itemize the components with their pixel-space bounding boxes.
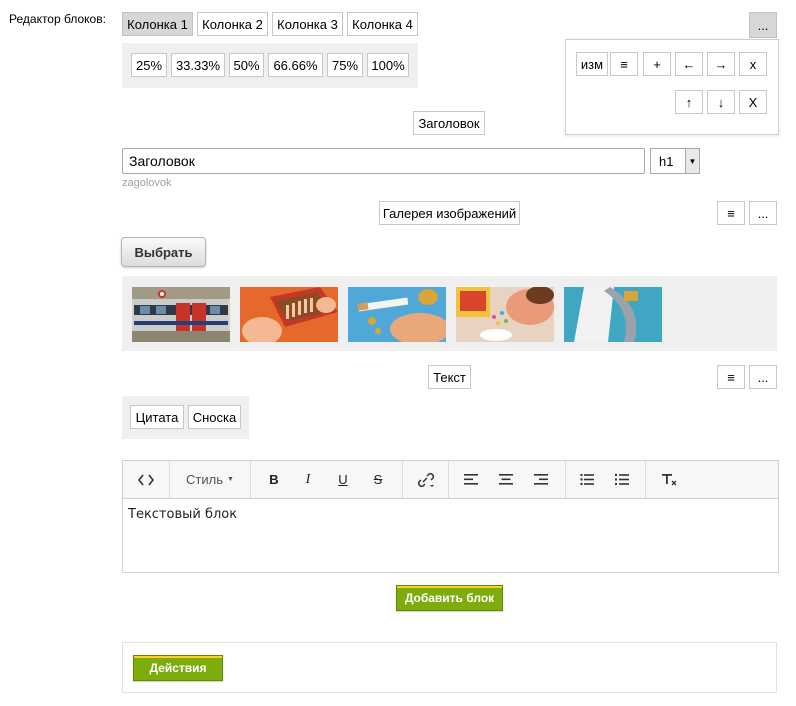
caret-down-icon: ▼ bbox=[227, 476, 234, 483]
width-33-button[interactable]: 33.33% bbox=[171, 53, 225, 77]
move-down-button[interactable]: ↓ bbox=[707, 90, 735, 114]
width-100-button[interactable]: 100% bbox=[367, 53, 409, 77]
style-dropdown[interactable]: Стиль ▼ bbox=[170, 461, 250, 498]
width-50-button[interactable]: 50% bbox=[229, 53, 264, 77]
add-button[interactable]: + bbox=[643, 52, 671, 76]
editor-label: Редактор блоков: bbox=[9, 12, 106, 26]
strikethrough-icon[interactable]: S bbox=[364, 461, 392, 498]
heading-level-value: h1 bbox=[659, 153, 674, 169]
style-dropdown-label: Стиль bbox=[186, 472, 224, 487]
quote-button[interactable]: Цитата bbox=[130, 405, 184, 429]
text-style-tags: Цитата Сноска bbox=[122, 396, 249, 439]
delete-small-button[interactable]: x bbox=[739, 52, 767, 76]
gallery-image-cereal[interactable] bbox=[456, 287, 554, 342]
tab-column-1[interactable]: Колонка 1 bbox=[122, 12, 193, 36]
underline-icon[interactable]: U bbox=[329, 461, 357, 498]
editor-toolbar: Стиль ▼ B I U S bbox=[123, 461, 778, 499]
delete-button[interactable]: X bbox=[739, 90, 767, 114]
more-button[interactable]: ... bbox=[749, 12, 777, 38]
menu-button[interactable]: ≡ bbox=[610, 52, 638, 76]
gallery-image-matches[interactable] bbox=[240, 287, 338, 342]
select-images-button[interactable]: Выбрать bbox=[121, 237, 206, 267]
actions-button[interactable]: Действия bbox=[133, 655, 223, 681]
bullet-list-icon[interactable] bbox=[573, 461, 601, 498]
italic-icon[interactable]: I bbox=[294, 461, 322, 498]
gallery-menu-button[interactable]: ≡ bbox=[717, 201, 745, 225]
move-left-button[interactable]: ← bbox=[675, 52, 703, 76]
link-icon[interactable] bbox=[410, 461, 442, 498]
chevron-down-icon: ▼ bbox=[685, 149, 699, 173]
heading-input[interactable] bbox=[122, 148, 645, 174]
tab-column-2[interactable]: Колонка 2 bbox=[197, 12, 268, 36]
text-menu-button[interactable]: ≡ bbox=[717, 365, 745, 389]
add-block-button[interactable]: Добавить блок bbox=[396, 585, 503, 611]
tab-column-4[interactable]: Колонка 4 bbox=[347, 12, 418, 36]
move-up-button[interactable]: ↑ bbox=[675, 90, 703, 114]
width-options: 25% 33.33% 50% 66.66% 75% 100% bbox=[122, 43, 418, 88]
editor-content[interactable]: Текстовый блок bbox=[123, 499, 778, 530]
align-left-icon[interactable] bbox=[457, 461, 485, 498]
source-code-icon[interactable] bbox=[123, 461, 169, 498]
align-right-icon[interactable] bbox=[527, 461, 555, 498]
gallery-block-title[interactable]: Галерея изображений bbox=[379, 201, 520, 225]
footnote-button[interactable]: Сноска bbox=[188, 405, 241, 429]
move-right-button[interactable]: → bbox=[707, 52, 735, 76]
text-more-button[interactable]: ... bbox=[749, 365, 777, 389]
gallery-image-ring[interactable] bbox=[564, 287, 662, 342]
heading-block-title[interactable]: Заголовок bbox=[413, 111, 485, 135]
tab-column-3[interactable]: Колонка 3 bbox=[272, 12, 343, 36]
width-66-button[interactable]: 66.66% bbox=[268, 53, 323, 77]
block-control-panel: изм ≡ + ← → x ↑ ↓ X bbox=[565, 39, 779, 135]
numbered-list-icon[interactable] bbox=[608, 461, 636, 498]
edit-button[interactable]: изм bbox=[576, 52, 608, 76]
clear-formatting-icon[interactable] bbox=[655, 461, 683, 498]
heading-level-select[interactable]: h1 ▼ bbox=[650, 148, 700, 174]
gallery-image-train[interactable] bbox=[132, 287, 230, 342]
width-25-button[interactable]: 25% bbox=[131, 53, 167, 77]
gallery-image-cigarette[interactable] bbox=[348, 287, 446, 342]
gallery-more-button[interactable]: ... bbox=[749, 201, 777, 225]
bold-icon[interactable]: B bbox=[260, 461, 288, 498]
width-75-button[interactable]: 75% bbox=[327, 53, 363, 77]
align-center-icon[interactable] bbox=[492, 461, 520, 498]
text-block-title[interactable]: Текст bbox=[428, 365, 471, 389]
rich-text-editor: Стиль ▼ B I U S Текстовый блок bbox=[122, 460, 779, 573]
heading-slug: zagolovok bbox=[122, 177, 172, 189]
